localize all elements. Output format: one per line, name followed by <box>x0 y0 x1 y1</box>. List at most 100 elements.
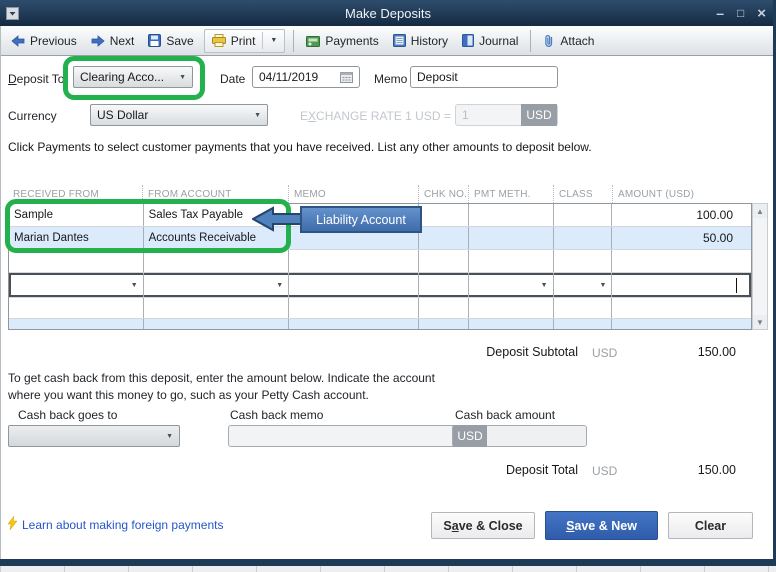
cell-class[interactable] <box>552 319 612 329</box>
cell-class[interactable] <box>552 250 612 272</box>
desktop-background-strip <box>0 566 776 572</box>
cell-chk-no[interactable] <box>417 273 468 297</box>
deposit-total-label: Deposit Total <box>505 463 578 477</box>
table-scrollbar[interactable]: ▲ ▼ <box>752 203 768 330</box>
cell-from-account[interactable] <box>142 298 289 318</box>
print-dropdown-button[interactable]: ▼ <box>262 32 284 49</box>
previous-button[interactable]: Previous <box>4 30 84 52</box>
cell-pmt-meth[interactable] <box>467 298 553 318</box>
cell-amount[interactable] <box>611 298 751 318</box>
toolbar-divider <box>293 29 295 52</box>
journal-label: Journal <box>479 33 519 48</box>
cell-received-from-dropdown[interactable]: ▼ <box>9 273 143 297</box>
cell-chk-no[interactable] <box>417 298 468 318</box>
chevron-down-icon[interactable]: ▼ <box>276 282 283 289</box>
cell-pmt-meth[interactable] <box>467 319 553 329</box>
cash-back-memo-field[interactable] <box>228 425 456 447</box>
cash-back-goes-to-dropdown[interactable]: ▼ <box>8 425 180 447</box>
minimize-button[interactable]: – <box>716 6 724 20</box>
print-button[interactable]: Print <box>205 30 263 52</box>
cell-amount-editing[interactable] <box>611 273 751 297</box>
deposit-to-dropdown[interactable]: Clearing Acco... ▼ <box>73 66 193 88</box>
attach-icon <box>543 34 555 48</box>
date-field[interactable]: 04/11/2019 <box>252 66 360 88</box>
chevron-down-icon[interactable]: ▼ <box>541 282 548 289</box>
next-button[interactable]: Next <box>84 30 142 52</box>
cell-pmt-meth-dropdown[interactable]: ▼ <box>467 273 553 297</box>
cell-from-account-dropdown[interactable]: ▼ <box>142 273 289 297</box>
deposit-total-currency: USD <box>592 464 618 478</box>
cell-received-from[interactable] <box>9 250 143 272</box>
attach-button[interactable]: Attach <box>536 30 601 52</box>
cell-received-from[interactable] <box>9 319 143 329</box>
cell-memo[interactable] <box>288 319 418 329</box>
cell-pmt-meth[interactable] <box>467 250 553 272</box>
deposit-total-value: 150.00 <box>697 463 736 477</box>
deposit-subtotal-value: 150.00 <box>697 345 736 359</box>
cell-class[interactable] <box>552 227 612 249</box>
cell-from-account[interactable] <box>142 319 289 329</box>
cell-chk-no[interactable] <box>417 204 468 226</box>
chevron-down-icon[interactable]: ▼ <box>131 282 138 289</box>
cash-back-amount-label: Cash back amount <box>455 408 556 422</box>
deposit-to-label: Deposit To <box>8 72 65 86</box>
cell-amount[interactable] <box>611 250 751 272</box>
maximize-button[interactable]: □ <box>737 7 744 19</box>
cell-amount[interactable]: 50.00 <box>611 227 751 249</box>
print-button-group: Print ▼ <box>203 28 286 53</box>
memo-field[interactable]: Deposit <box>410 66 558 88</box>
payments-button[interactable]: Payments <box>299 30 385 52</box>
window-title: Make Deposits <box>345 5 431 21</box>
clear-button[interactable]: Clear <box>668 512 753 539</box>
currency-value: US Dollar <box>97 108 149 122</box>
make-deposits-window: Make Deposits – □ × Previous Next Save P… <box>0 0 776 572</box>
memo-label: Memo <box>374 72 408 86</box>
cell-chk-no[interactable] <box>417 319 468 329</box>
attach-label: Attach <box>560 33 595 48</box>
cell-received-from[interactable] <box>9 298 143 318</box>
col-header-pmt-meth: PMT METH. <box>468 185 553 203</box>
currency-dropdown[interactable]: US Dollar ▼ <box>90 104 268 126</box>
save-button[interactable]: Save <box>141 30 200 52</box>
foreign-payments-link[interactable]: Learn about making foreign payments <box>22 518 223 532</box>
save-label: Save <box>166 33 194 48</box>
cell-amount[interactable] <box>611 319 751 329</box>
cell-class[interactable] <box>552 298 612 318</box>
history-button[interactable]: History <box>386 30 455 52</box>
arrow-left-icon <box>11 34 25 47</box>
save-and-new-button[interactable]: Save & New <box>545 511 658 540</box>
close-button[interactable]: × <box>757 6 766 21</box>
table-row-empty <box>9 250 751 273</box>
cell-class-dropdown[interactable]: ▼ <box>552 273 612 297</box>
payments-icon <box>306 34 321 47</box>
scroll-down-icon[interactable]: ▼ <box>753 315 767 329</box>
cell-memo[interactable] <box>288 273 418 297</box>
window-menu-icon[interactable] <box>6 6 19 20</box>
col-header-amount: AMOUNT (USD) <box>612 185 752 203</box>
save-and-close-button[interactable]: Save & Close <box>431 512 535 539</box>
cell-amount[interactable]: 100.00 <box>611 204 751 226</box>
cell-pmt-meth[interactable] <box>467 204 553 226</box>
next-label: Next <box>109 33 135 48</box>
chevron-down-icon[interactable]: ▼ <box>599 282 606 289</box>
cash-back-amount-field[interactable]: USD <box>452 425 587 447</box>
chevron-down-icon: ▼ <box>270 37 278 44</box>
cell-memo[interactable] <box>288 250 418 272</box>
cell-received-from[interactable]: Marian Dantes <box>9 227 143 249</box>
cell-chk-no[interactable] <box>417 227 468 249</box>
scroll-up-icon[interactable]: ▲ <box>753 204 767 218</box>
col-header-memo: MEMO <box>288 185 418 203</box>
calendar-icon[interactable] <box>340 71 353 83</box>
titlebar[interactable]: Make Deposits – □ × <box>0 0 776 26</box>
cell-chk-no[interactable] <box>417 250 468 272</box>
cell-class[interactable] <box>552 204 612 226</box>
deposit-subtotal-currency: USD <box>592 346 618 360</box>
cell-received-from[interactable]: Sample <box>9 204 143 226</box>
deposit-to-value: Clearing Acco... <box>80 70 165 84</box>
journal-button[interactable]: Journal <box>455 30 525 52</box>
cell-pmt-meth[interactable] <box>467 227 553 249</box>
toolbar-divider <box>530 29 532 52</box>
cell-memo[interactable] <box>288 298 418 318</box>
cell-from-account[interactable] <box>142 250 289 272</box>
arrow-right-icon <box>91 34 105 47</box>
